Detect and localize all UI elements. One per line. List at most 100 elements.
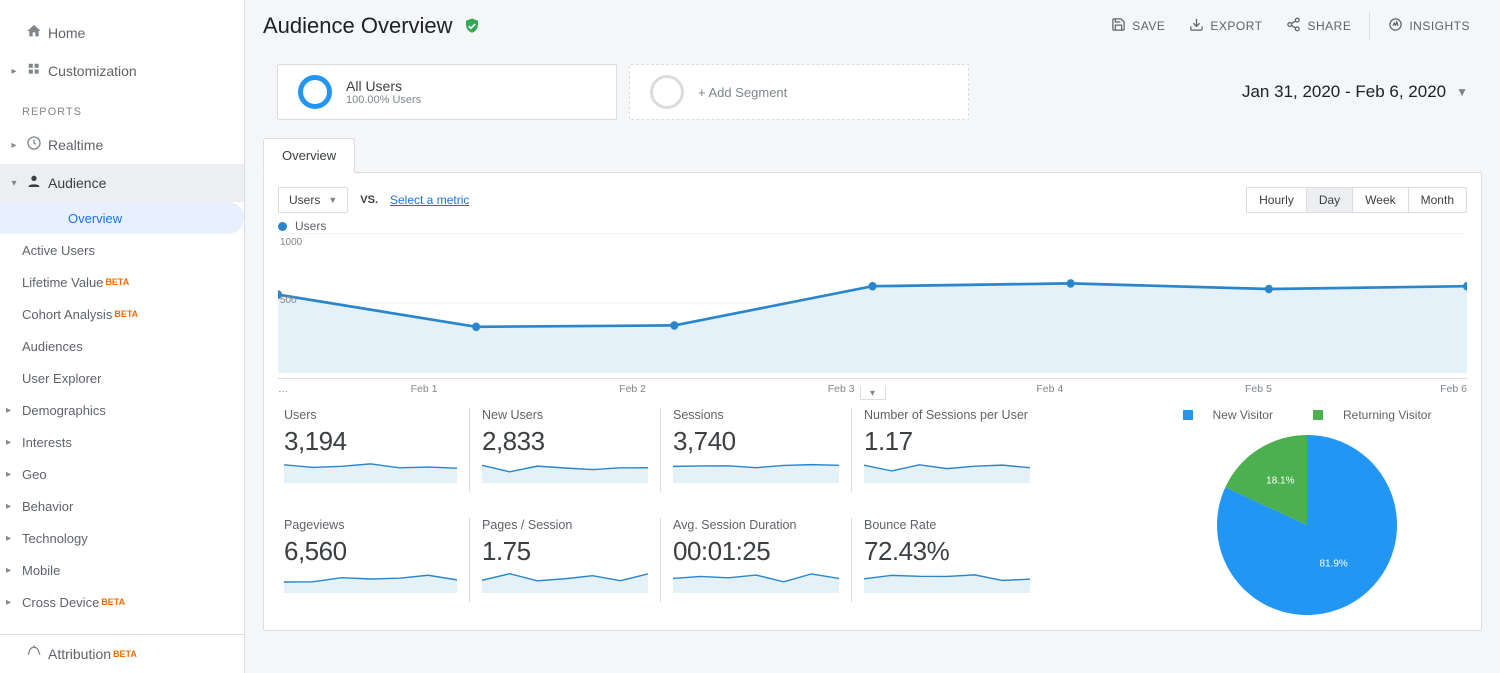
action-label: SHARE [1307, 19, 1351, 33]
chart-series-dot-icon [278, 222, 287, 231]
export-icon [1189, 17, 1204, 36]
chevron-right-icon: ▸ [8, 66, 20, 77]
sidebar-label: Customization [48, 63, 137, 79]
beta-badge: BETA [105, 277, 129, 287]
vs-label: VS. [360, 194, 378, 206]
sidebar-subitem-label: Lifetime Value [22, 275, 103, 290]
x-tick: Feb 4 [946, 379, 1155, 396]
square-icon [1183, 410, 1193, 420]
insights-action[interactable]: INSIGHTS [1376, 17, 1482, 36]
pie-legend-label: Returning Visitor [1343, 408, 1432, 422]
chart-dropdown-handle[interactable]: ▾ [860, 386, 886, 400]
metric-label: Bounce Rate [864, 518, 1030, 532]
page-title: Audience Overview [263, 13, 453, 39]
granularity-month[interactable]: Month [1408, 188, 1466, 212]
sidebar-subitem-label: Technology [22, 531, 88, 546]
metric-value: 72.43% [864, 536, 1030, 567]
export-action[interactable]: EXPORT [1177, 17, 1274, 36]
sidebar-item-customization[interactable]: ▸ Customization [0, 52, 244, 90]
sidebar-subitem-lifetime-value[interactable]: Lifetime ValueBETA [0, 266, 244, 298]
metric-value: 3,194 [284, 426, 457, 457]
y-tick: 500 [280, 295, 297, 306]
sidebar-subitem-demographics[interactable]: ▸Demographics [0, 394, 244, 426]
metric-tile-new-users[interactable]: New Users2,833 [469, 408, 654, 492]
chart-toolbar: Users ▼ VS. Select a metric HourlyDayWee… [264, 173, 1481, 219]
metric-label: Avg. Session Duration [673, 518, 839, 532]
chevron-down-icon: ▾ [8, 178, 20, 189]
segment-all-users[interactable]: All Users 100.00% Users [277, 64, 617, 120]
sidebar-subitem-cross-device[interactable]: ▸Cross DeviceBETA [0, 586, 244, 618]
sidebar-subitem-geo[interactable]: ▸Geo [0, 458, 244, 490]
home-icon [20, 23, 48, 44]
metric-label: Pages / Session [482, 518, 648, 532]
segment-ring-icon [298, 75, 332, 109]
pie-slice-label: 18.1% [1266, 475, 1294, 486]
sidebar-item-audience[interactable]: ▾ Audience [0, 164, 244, 202]
sidebar-subitem-user-explorer[interactable]: User Explorer [0, 362, 244, 394]
metric-value: 1.17 [864, 426, 1030, 457]
action-label: INSIGHTS [1409, 19, 1470, 33]
x-tick: Feb 6 [1363, 379, 1467, 396]
select-metric-link[interactable]: Select a metric [390, 193, 469, 207]
metric-label: Pageviews [284, 518, 457, 532]
metric-tile-users[interactable]: Users3,194 [278, 408, 463, 492]
beta-badge: BETA [114, 309, 138, 319]
sidebar-label: Attribution [48, 646, 111, 662]
sidebar-label: Audience [48, 175, 106, 191]
metric-value: 1.75 [482, 536, 648, 567]
pie-legend-label: New Visitor [1213, 408, 1273, 422]
metric-tile-sessions[interactable]: Sessions 3,740 [660, 408, 845, 492]
metric-tile-number-of-sessions-per-user[interactable]: Number of Sessions per User1.17 [851, 408, 1036, 492]
sidebar-subitem-interests[interactable]: ▸Interests [0, 426, 244, 458]
sidebar-subitem-label: User Explorer [22, 371, 101, 386]
share-icon [1286, 17, 1301, 36]
square-icon [1313, 410, 1323, 420]
sidebar-subitem-cohort-analysis[interactable]: Cohort AnalysisBETA [0, 298, 244, 330]
metric-tile-avg-session-duration[interactable]: Avg. Session Duration 00:01:25 [660, 518, 845, 602]
date-range-text: Jan 31, 2020 - Feb 6, 2020 [1242, 82, 1446, 102]
metric-value: 2,833 [482, 426, 648, 457]
metric-value: 6,560 [284, 536, 457, 567]
metric-value: 3,740 [673, 426, 839, 457]
sidebar-item-attribution[interactable]: Attribution BETA [0, 635, 244, 673]
metric-tile-pageviews[interactable]: Pageviews 6,560 [278, 518, 463, 602]
metric-label: Sessions [673, 408, 839, 422]
sidebar-subitem-overview[interactable]: Overview [0, 202, 244, 234]
add-segment-button[interactable]: + Add Segment [629, 64, 969, 120]
sidebar-subitem-behavior[interactable]: ▸Behavior [0, 490, 244, 522]
save-action[interactable]: SAVE [1099, 17, 1177, 36]
metric-dropdown[interactable]: Users ▼ [278, 187, 348, 213]
sidebar-subitem-label: Demographics [22, 403, 106, 418]
granularity-hourly[interactable]: Hourly [1247, 188, 1306, 212]
add-segment-label: + Add Segment [698, 85, 787, 100]
sidebar-subitem-technology[interactable]: ▸Technology [0, 522, 244, 554]
line-chart: 1000 500 …Feb 1Feb 2Feb 3Feb 4Feb 5Feb 6… [264, 233, 1481, 398]
sidebar-subitem-active-users[interactable]: Active Users [0, 234, 244, 266]
chevron-down-icon: ▼ [328, 195, 337, 205]
x-tick: … [278, 379, 320, 396]
metric-value: 00:01:25 [673, 536, 839, 567]
sidebar-subitem-label: Audiences [22, 339, 83, 354]
sidebar-subitem-mobile[interactable]: ▸Mobile [0, 554, 244, 586]
metric-tile-pages-session[interactable]: Pages / Session 1.75 [469, 518, 654, 602]
sidebar-subitem-audiences[interactable]: Audiences [0, 330, 244, 362]
x-tick: Feb 3 [737, 379, 946, 396]
date-range-picker[interactable]: Jan 31, 2020 - Feb 6, 2020 ▼ [1242, 82, 1468, 102]
save-icon [1111, 17, 1126, 36]
metric-tiles: Users3,194New Users2,833 Sessions 3,740 Num… [278, 408, 1147, 620]
granularity-day[interactable]: Day [1306, 188, 1352, 212]
verified-shield-icon [463, 17, 481, 35]
segments-row: All Users 100.00% Users + Add Segment Ja… [263, 54, 1482, 130]
pie-slice-label: 81.9% [1319, 559, 1347, 570]
chevron-right-icon: ▸ [6, 501, 11, 512]
granularity-week[interactable]: Week [1352, 188, 1407, 212]
clock-icon [20, 135, 48, 156]
segment-subtitle: 100.00% Users [346, 94, 421, 106]
metric-tile-bounce-rate[interactable]: Bounce Rate 72.43% [851, 518, 1036, 602]
sidebar-item-home[interactable]: Home [0, 14, 244, 52]
sidebar-item-realtime[interactable]: ▸ Realtime [0, 126, 244, 164]
sidebar-subitem-label: Active Users [22, 243, 95, 258]
tab-overview[interactable]: Overview [263, 138, 355, 173]
share-action[interactable]: SHARE [1274, 17, 1363, 36]
chevron-right-icon: ▸ [6, 565, 11, 576]
